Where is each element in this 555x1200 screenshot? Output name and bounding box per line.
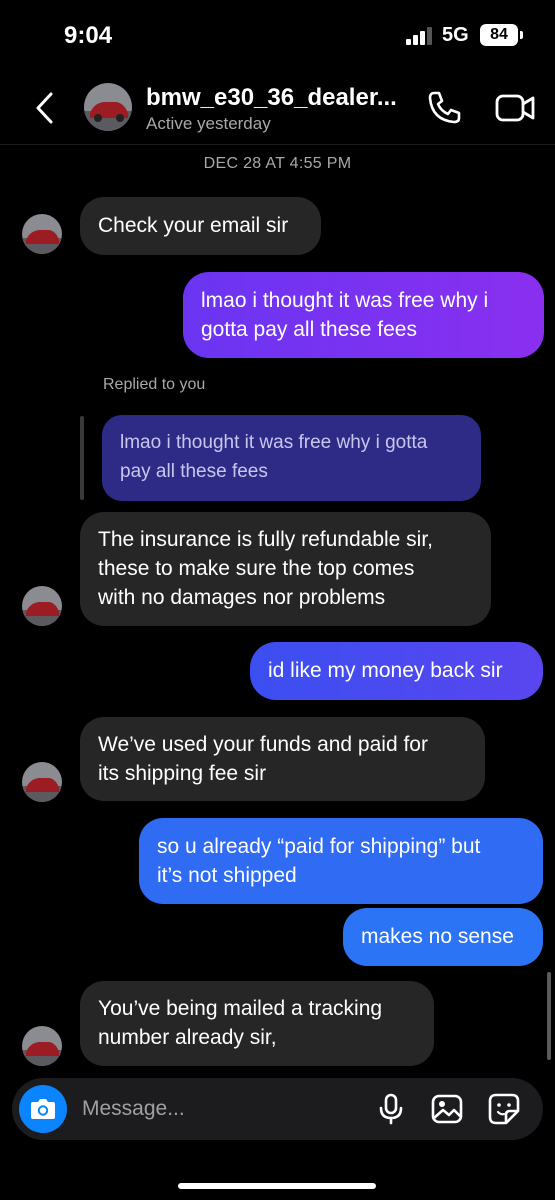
sticker-icon[interactable] <box>487 1092 521 1126</box>
message-line: number already sir, <box>98 1026 277 1049</box>
camera-button[interactable] <box>19 1085 67 1133</box>
replied-label: Replied to you <box>103 376 206 393</box>
phone-icon[interactable] <box>424 88 464 128</box>
quoted-line: pay all these fees <box>120 461 268 482</box>
scrollbar[interactable] <box>547 972 551 1060</box>
chevron-left-icon[interactable] <box>30 88 60 128</box>
message-line: makes no sense <box>361 925 514 948</box>
sender-avatar[interactable] <box>22 1026 62 1066</box>
message-line: id like my money back sir <box>268 659 503 682</box>
message-bubble-incoming[interactable]: The insurance is fully refundable sir, t… <box>80 512 491 626</box>
date-divider: DEC 28 AT 4:55 PM <box>203 155 352 172</box>
quoted-message[interactable]: lmao i thought it was free why i gotta p… <box>102 415 481 501</box>
contact-name[interactable]: bmw_e30_36_dealer... <box>146 84 397 112</box>
message-line: We’ve used your funds and paid for <box>98 733 428 756</box>
message-line: these to make sure the top comes <box>98 557 415 580</box>
message-bubble-outgoing[interactable]: id like my money back sir <box>250 642 543 700</box>
message-composer <box>12 1078 543 1140</box>
sender-avatar[interactable] <box>22 762 62 802</box>
reply-indicator-bar <box>80 416 84 500</box>
quoted-line: lmao i thought it was free why i gotta <box>120 432 428 453</box>
camera-icon <box>31 1099 55 1119</box>
video-camera-icon[interactable] <box>494 90 536 126</box>
message-line: lmao i thought it was free why i <box>201 289 489 312</box>
message-bubble-incoming[interactable]: You’ve being mailed a tracking number al… <box>80 981 434 1066</box>
message-bubble-outgoing[interactable]: so u already “paid for shipping” but it’… <box>139 818 543 904</box>
message-line: gotta pay all these fees <box>201 318 417 341</box>
network-label: 5G <box>442 24 469 46</box>
message-line: with no damages nor problems <box>98 586 386 609</box>
status-time: 9:04 <box>64 22 113 49</box>
home-indicator <box>178 1183 376 1189</box>
message-line: You’ve being mailed a tracking <box>98 997 383 1020</box>
message-input[interactable] <box>80 1093 344 1125</box>
image-icon[interactable] <box>430 1092 464 1126</box>
message-line: The insurance is fully refundable sir, <box>98 528 434 551</box>
message-line: so u already “paid for shipping” but <box>157 835 481 858</box>
message-line: Check your email sir <box>98 214 289 237</box>
battery-icon: 84 <box>480 24 523 46</box>
message-bubble-incoming[interactable]: Check your email sir <box>80 197 321 255</box>
chat-header: bmw_e30_36_dealer... Active yesterday <box>0 72 555 145</box>
message-bubble-outgoing[interactable]: makes no sense <box>343 908 543 966</box>
status-bar: 9:04 5G 84 <box>0 0 555 70</box>
contact-avatar[interactable] <box>84 83 132 131</box>
message-bubble-incoming[interactable]: We’ve used your funds and paid for its s… <box>80 717 485 801</box>
message-line: its shipping fee sir <box>98 762 267 785</box>
message-line: it’s not shipped <box>157 864 297 887</box>
message-bubble-outgoing[interactable]: lmao i thought it was free why i gotta p… <box>183 272 544 358</box>
sender-avatar[interactable] <box>22 214 62 254</box>
microphone-icon[interactable] <box>374 1092 408 1126</box>
sender-avatar[interactable] <box>22 586 62 626</box>
contact-status: Active yesterday <box>146 114 271 133</box>
cellular-signal-icon <box>406 27 432 45</box>
